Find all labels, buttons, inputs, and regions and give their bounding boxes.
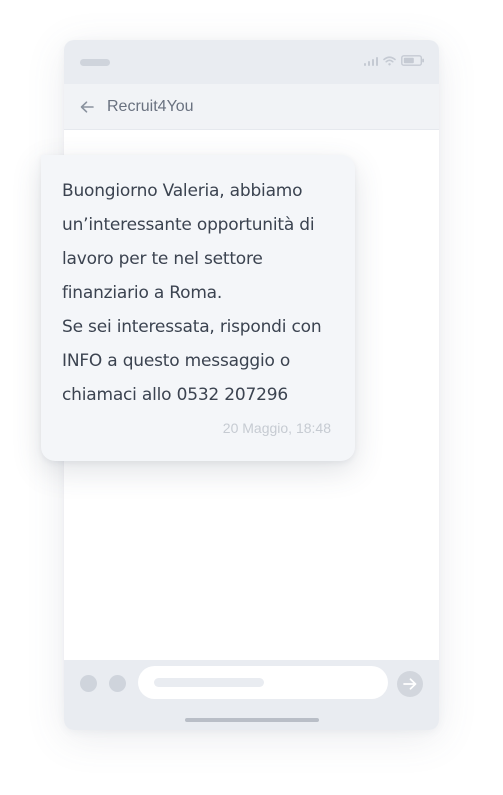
send-button[interactable]	[397, 671, 423, 697]
message-text: Buongiorno Valeria, abbiamo un’interessa…	[62, 174, 347, 412]
attachment-dot-icon[interactable]	[80, 675, 97, 692]
message-bubble: Buongiorno Valeria, abbiamo un’interessa…	[41, 155, 355, 461]
wifi-icon	[383, 55, 396, 66]
message-line: finanziario a Roma.	[62, 283, 223, 303]
message-line: lavoro per te nel settore	[62, 249, 263, 269]
emoji-dot-icon[interactable]	[109, 675, 126, 692]
home-indicator	[185, 718, 319, 722]
message-line: chiamaci allo 0532 207296	[62, 385, 288, 405]
chat-header: Recruit4You	[64, 84, 439, 130]
message-timestamp: 20 Maggio, 18:48	[222, 420, 331, 436]
message-line: INFO a questo messaggio o	[62, 351, 291, 371]
status-bar	[64, 40, 439, 84]
status-icons	[364, 55, 425, 66]
composer-bar	[64, 660, 439, 730]
status-pill	[80, 59, 110, 66]
message-line: Buongiorno Valeria, abbiamo	[62, 181, 303, 201]
arrow-left-icon[interactable]	[78, 98, 96, 116]
stage: Recruit4You Buongiorno Valeria, abbiamo …	[0, 0, 503, 795]
message-input[interactable]	[138, 666, 388, 699]
signal-icon	[364, 56, 378, 66]
contact-name: Recruit4You	[107, 97, 194, 115]
message-line: Se sei interessata, rispondi con	[62, 317, 322, 337]
input-placeholder-bar	[154, 678, 264, 687]
battery-icon	[401, 55, 425, 66]
arrow-right-icon	[403, 678, 417, 690]
message-line: un’interessante opportunità di	[62, 215, 315, 235]
